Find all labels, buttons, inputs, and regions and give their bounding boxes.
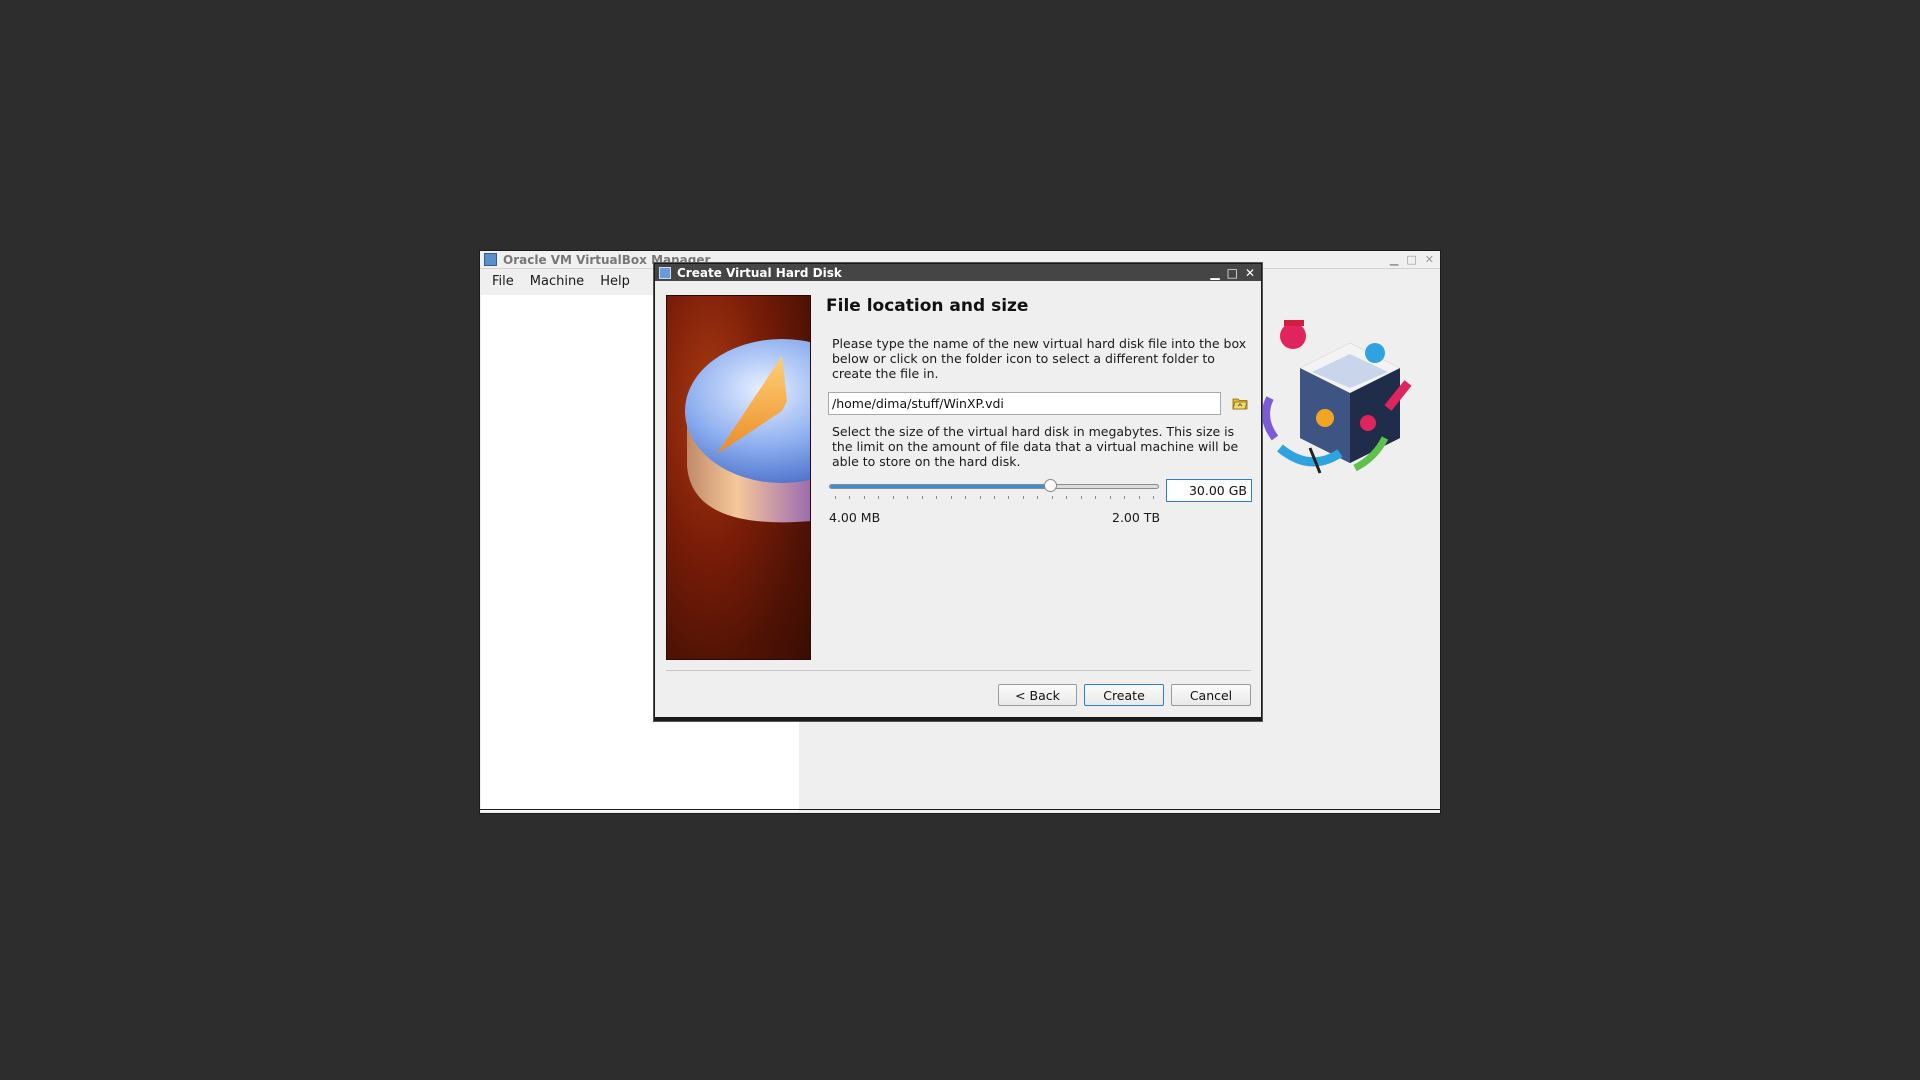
disk-size-field[interactable]: [1166, 479, 1252, 502]
minimize-icon[interactable]: ▁: [1210, 266, 1219, 280]
slider-ticks: [835, 496, 1154, 500]
slider-tick: [1124, 496, 1126, 499]
dialog-title: Create Virtual Hard Disk: [677, 265, 842, 280]
slider-tick: [1008, 496, 1010, 499]
cancel-button[interactable]: Cancel: [1171, 684, 1251, 706]
slider-handle[interactable]: [1044, 479, 1058, 492]
slider-groove: [829, 484, 1159, 489]
virtualbox-icon: [659, 266, 671, 279]
size-description: Select the size of the virtual hard disk…: [832, 424, 1239, 469]
slider-tick: [892, 496, 894, 499]
slider-tick: [835, 496, 836, 499]
slider-tick: [1080, 496, 1082, 499]
slider-tick: [1153, 496, 1154, 499]
slider-tick: [1022, 496, 1024, 499]
close-icon[interactable]: ✕: [1425, 253, 1434, 266]
slider-tick: [979, 496, 981, 499]
folder-open-icon: [1232, 398, 1248, 410]
slider-tick: [1138, 496, 1140, 499]
dialog-bottom-border: [655, 717, 1261, 720]
dialog-title-bar: Create Virtual Hard Disk ▁ □ ✕: [655, 264, 1261, 281]
slider-fill: [830, 485, 1050, 488]
status-bar: [480, 809, 1440, 813]
create-button[interactable]: Create: [1084, 684, 1164, 706]
hard-disk-illustration: [685, 339, 810, 523]
disk-size-slider[interactable]: [829, 476, 1159, 502]
maximize-icon[interactable]: □: [1406, 253, 1416, 266]
slider-tick: [1051, 496, 1053, 499]
slider-tick: [1095, 496, 1097, 499]
choose-folder-button[interactable]: [1229, 392, 1251, 414]
wizard-side-image: [666, 295, 811, 660]
slider-tick: [863, 496, 865, 499]
slider-tick: [878, 496, 880, 499]
back-button[interactable]: < Back: [998, 684, 1077, 706]
slider-tick: [950, 496, 952, 499]
menu-help[interactable]: Help: [594, 272, 636, 291]
slider-tick: [921, 496, 923, 499]
minimize-icon[interactable]: ▁: [1390, 253, 1398, 266]
slider-tick: [994, 496, 995, 499]
slider-tick: [1109, 496, 1111, 499]
create-virtual-hard-disk-dialog: Create Virtual Hard Disk ▁ □ ✕ File loca…: [654, 263, 1262, 721]
menu-file[interactable]: File: [486, 272, 520, 291]
virtualbox-mascot-image: [1262, 320, 1412, 474]
slider-tick: [936, 496, 938, 499]
slider-max-label: 2.00 TB: [1112, 510, 1161, 525]
slider-tick: [965, 496, 967, 499]
location-description: Please type the name of the new virtual …: [832, 336, 1247, 381]
page-title: File location and size: [826, 296, 1029, 316]
button-separator: [666, 670, 1251, 671]
slider-min-label: 4.00 MB: [829, 510, 881, 525]
virtualbox-icon: [484, 253, 497, 266]
maximize-icon[interactable]: □: [1227, 266, 1238, 280]
file-path-input[interactable]: [828, 392, 1221, 415]
slider-tick: [1066, 496, 1068, 499]
menu-machine[interactable]: Machine: [524, 272, 590, 291]
slider-tick: [907, 496, 909, 499]
slider-tick: [849, 496, 851, 499]
slider-tick: [1037, 496, 1039, 499]
close-icon[interactable]: ✕: [1245, 266, 1255, 280]
